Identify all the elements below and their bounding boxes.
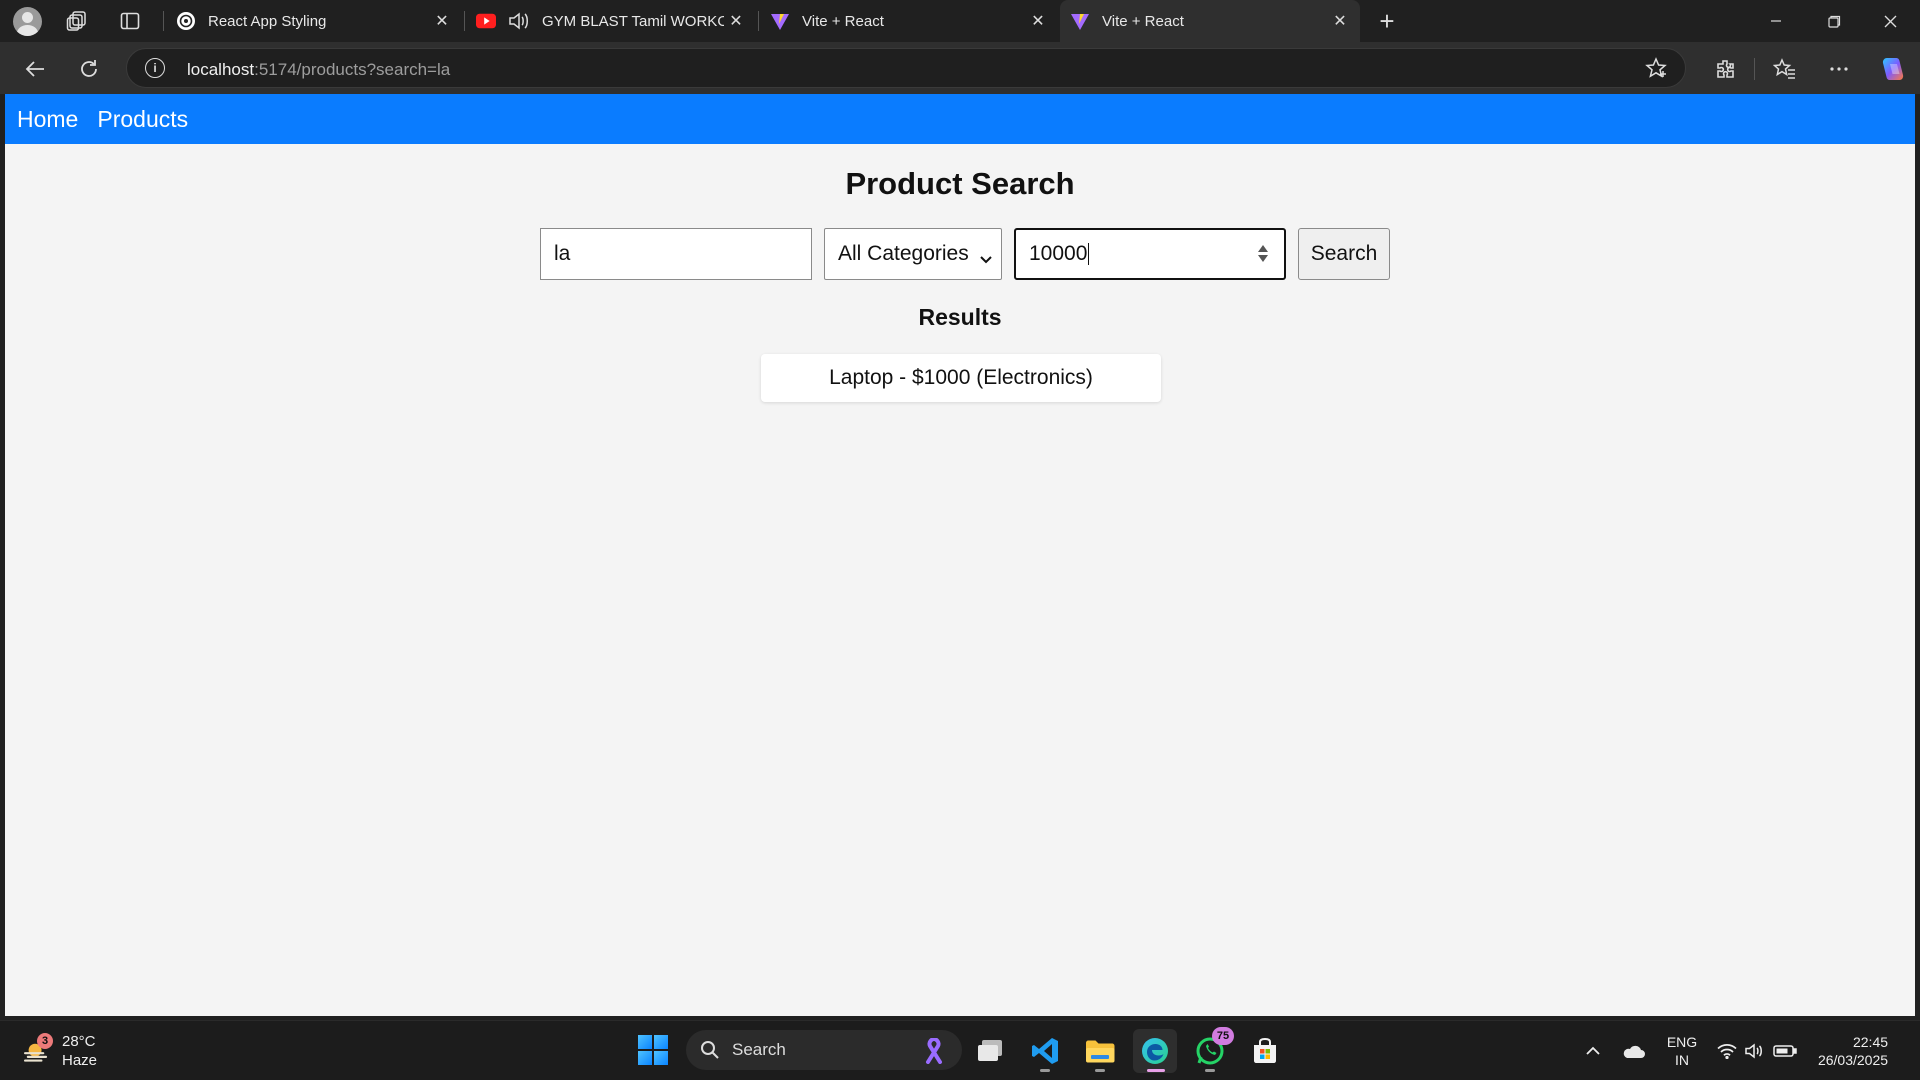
page-viewport: Home Products Product Search la All Cate… <box>5 94 1915 1016</box>
microsoft-store-icon[interactable] <box>1243 1029 1287 1073</box>
result-item: Laptop - $1000 (Electronics) <box>761 354 1161 402</box>
taskbar-search-label: Search <box>732 1040 786 1059</box>
lang-code: ENG <box>1666 1034 1698 1050</box>
awareness-ribbon-icon <box>924 1036 944 1069</box>
results-heading: Results <box>918 304 1002 330</box>
tab-title: GYM BLAST Tamil WORKOUT <box>542 12 724 30</box>
close-window-button[interactable] <box>1862 0 1918 42</box>
spin-up-icon[interactable] <box>1258 245 1268 252</box>
spin-down-icon[interactable] <box>1258 255 1268 262</box>
youtube-icon <box>476 11 496 31</box>
tab-react-app-styling[interactable]: React App Styling ✕ <box>166 0 462 42</box>
running-indicator <box>1205 1069 1215 1072</box>
search-icon <box>701 1041 719 1059</box>
browser-toolbar: i localhost:5174/products?search=la <box>0 42 1920 94</box>
close-tab-icon[interactable]: ✕ <box>1026 9 1050 33</box>
whatsapp-unread-badge: 75 <box>1212 1027 1234 1045</box>
chevron-down-icon <box>979 247 993 271</box>
weather-alert-badge: 3 <box>37 1033 53 1049</box>
system-clock[interactable]: 22:45 26/03/2025 <box>1810 1021 1896 1080</box>
nav-products-link[interactable]: Products <box>97 106 188 133</box>
site-info-icon[interactable]: i <box>145 58 165 78</box>
whatsapp-icon[interactable]: 75 <box>1188 1027 1234 1073</box>
volume-icon[interactable] <box>1742 1021 1768 1080</box>
workspaces-icon[interactable] <box>60 4 94 38</box>
copilot-icon[interactable] <box>1876 52 1910 86</box>
search-button[interactable]: Search <box>1298 228 1390 280</box>
profile-button[interactable] <box>10 4 44 38</box>
max-price-input[interactable]: 10000 <box>1014 228 1286 280</box>
wifi-icon[interactable] <box>1714 1021 1740 1080</box>
edge-icon[interactable] <box>1133 1029 1177 1073</box>
extensions-icon[interactable] <box>1708 52 1742 86</box>
tab-title: Vite + React <box>802 12 884 30</box>
top-navbar: Home Products <box>5 94 1915 144</box>
text-caret <box>1088 243 1090 265</box>
page-title: Product Search <box>845 166 1075 201</box>
nav-home-link[interactable]: Home <box>17 106 78 133</box>
category-select[interactable]: All Categories <box>824 228 1002 280</box>
favorite-star-icon[interactable] <box>1645 57 1667 84</box>
windows-taskbar: 3 28°C Haze Search 75 ENG IN 22:45 26/03… <box>0 1020 1920 1080</box>
url-text[interactable]: localhost:5174/products?search=la <box>187 60 450 80</box>
tab-strip: React App Styling ✕ GYM BLAST Tamil WORK… <box>0 0 1920 42</box>
lang-region: IN <box>1675 1052 1689 1068</box>
vite-icon <box>1070 11 1090 31</box>
file-explorer-icon[interactable] <box>1078 1029 1122 1073</box>
clock-time: 22:45 <box>1852 1034 1889 1050</box>
favorites-icon[interactable] <box>1768 52 1802 86</box>
clock-date: 26/03/2025 <box>1817 1052 1889 1068</box>
more-options-icon[interactable] <box>1822 52 1856 86</box>
show-hidden-icons-chevron-up-icon[interactable] <box>1578 1021 1608 1080</box>
refresh-icon[interactable] <box>72 52 106 86</box>
weather-condition-text: Haze <box>62 1052 98 1069</box>
search-input[interactable]: la <box>540 228 812 280</box>
tab-title: Vite + React <box>1102 12 1184 30</box>
profile-avatar <box>12 6 42 36</box>
running-indicator <box>1095 1069 1105 1072</box>
running-indicator <box>1040 1069 1050 1072</box>
onedrive-cloud-icon[interactable] <box>1616 1021 1650 1080</box>
minimize-button[interactable] <box>1748 0 1804 42</box>
task-view-icon[interactable] <box>968 1029 1012 1073</box>
toolbar-separator <box>1754 58 1755 80</box>
running-indicator <box>1147 1069 1165 1072</box>
back-arrow-icon[interactable] <box>18 52 52 86</box>
tab-separator <box>758 11 759 31</box>
address-bar[interactable]: i localhost:5174/products?search=la <box>126 48 1686 88</box>
battery-icon[interactable] <box>1770 1021 1800 1080</box>
vite-icon <box>770 11 790 31</box>
tab-vite-react-1[interactable]: Vite + React ✕ <box>760 0 1058 42</box>
weather-haze-icon: 3 <box>22 1033 53 1066</box>
close-tab-icon[interactable]: ✕ <box>724 9 748 33</box>
close-tab-icon[interactable]: ✕ <box>430 9 454 33</box>
tab-vite-react-active[interactable]: Vite + React ✕ <box>1060 0 1360 42</box>
number-spinner[interactable] <box>1258 245 1268 262</box>
tab-title: React App Styling <box>208 12 327 30</box>
windows-start-icon[interactable] <box>638 1035 668 1065</box>
audio-playing-icon[interactable] <box>508 11 530 31</box>
input-language-indicator[interactable]: ENG IN <box>1660 1021 1704 1080</box>
openai-icon <box>176 11 196 31</box>
taskbar-search-box[interactable]: Search <box>686 1030 962 1070</box>
tab-gym-blast[interactable]: GYM BLAST Tamil WORKOUT ✕ <box>466 0 756 42</box>
new-tab-button[interactable]: + <box>1372 6 1402 36</box>
weather-widget[interactable]: 3 28°C Haze <box>22 1031 97 1071</box>
tab-separator <box>163 11 164 31</box>
close-tab-icon[interactable]: ✕ <box>1328 9 1352 33</box>
vertical-tabs-icon[interactable] <box>113 4 147 38</box>
vscode-icon[interactable] <box>1023 1029 1067 1073</box>
restore-button[interactable] <box>1806 0 1862 42</box>
temperature-text: 28°C <box>62 1033 96 1050</box>
tab-separator <box>464 11 465 31</box>
